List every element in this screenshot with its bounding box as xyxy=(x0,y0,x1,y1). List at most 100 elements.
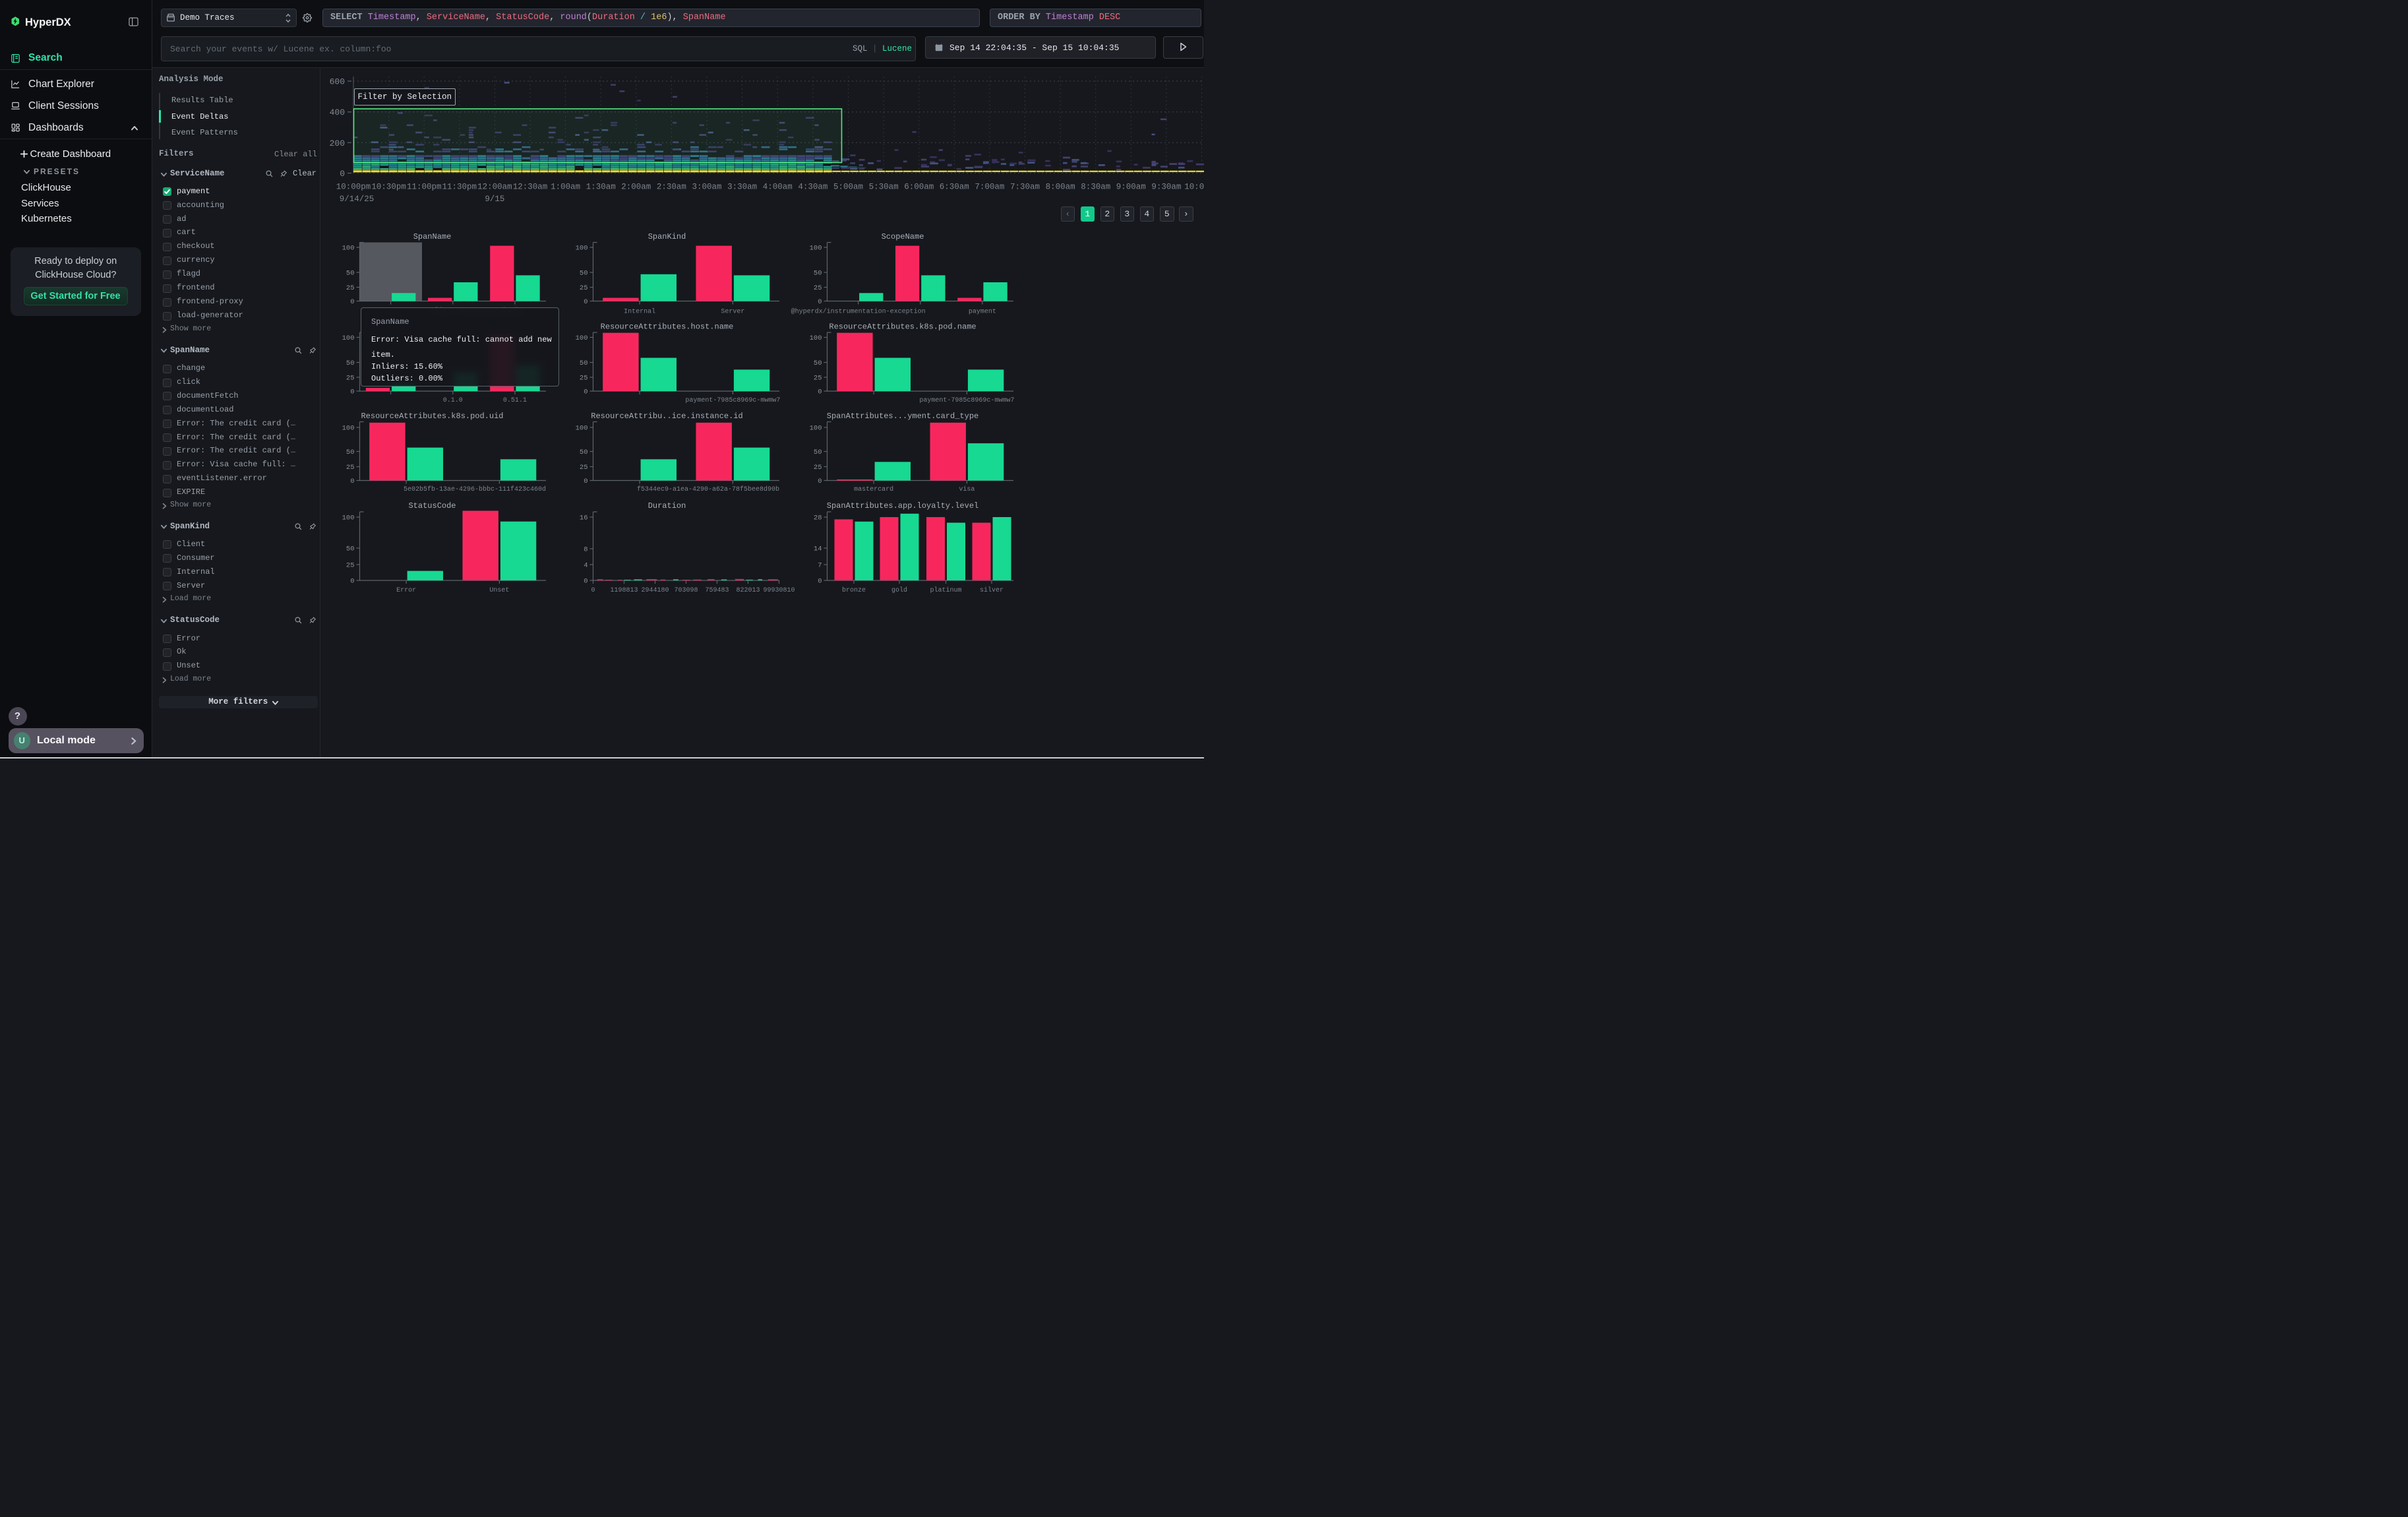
svg-text:payment-7985c8969c-mwmw7: payment-7985c8969c-mwmw7 xyxy=(919,397,1014,404)
svg-text:Unset: Unset xyxy=(489,587,509,594)
svg-text:50: 50 xyxy=(346,270,355,278)
svg-text:100: 100 xyxy=(810,425,822,433)
svg-text:2:00am: 2:00am xyxy=(621,183,651,192)
svg-text:28: 28 xyxy=(814,514,822,522)
svg-text:4:00am: 4:00am xyxy=(763,183,793,192)
svg-text:100: 100 xyxy=(342,334,355,342)
svg-text:3:00am: 3:00am xyxy=(692,183,721,192)
svg-text:50: 50 xyxy=(814,359,822,367)
svg-text:0: 0 xyxy=(350,578,354,586)
svg-text:Error: Error xyxy=(396,587,416,594)
svg-text:7:30am: 7:30am xyxy=(1010,183,1040,192)
svg-text:50: 50 xyxy=(346,545,355,553)
svg-text:822013: 822013 xyxy=(736,587,760,594)
svg-text:0: 0 xyxy=(584,388,587,396)
svg-text:9:00am: 9:00am xyxy=(1116,183,1146,192)
svg-text:50: 50 xyxy=(814,270,822,278)
svg-text:100: 100 xyxy=(810,334,822,342)
svg-text:50: 50 xyxy=(580,359,588,367)
svg-text:50: 50 xyxy=(580,270,588,278)
svg-text:visa: visa xyxy=(959,485,975,493)
svg-text:SpanAttributes.app.loyalty.lev: SpanAttributes.app.loyalty.level xyxy=(827,501,978,511)
svg-text:5e02b5fb-13ae-4296-bbbc-111f42: 5e02b5fb-13ae-4296-bbbc-111f423c460d xyxy=(404,485,546,493)
svg-text:25: 25 xyxy=(814,375,822,383)
svg-text:12:30am: 12:30am xyxy=(513,183,548,192)
svg-text:25: 25 xyxy=(346,464,355,472)
svg-text:0: 0 xyxy=(818,388,822,396)
svg-text:9/15: 9/15 xyxy=(485,195,504,204)
svg-text:1:30am: 1:30am xyxy=(586,183,616,192)
svg-text:ResourceAttributes.k8s.pod.nam: ResourceAttributes.k8s.pod.name xyxy=(829,323,976,332)
svg-text:10:00pm: 10:00pm xyxy=(336,183,371,192)
svg-text:400: 400 xyxy=(330,108,345,117)
svg-text:703098: 703098 xyxy=(674,587,698,594)
svg-text:0: 0 xyxy=(818,298,822,306)
svg-text:0: 0 xyxy=(584,478,587,485)
svg-text:14: 14 xyxy=(814,545,822,553)
svg-text:2:30am: 2:30am xyxy=(657,183,686,192)
svg-text:100: 100 xyxy=(342,514,355,522)
svg-text:9/14/25: 9/14/25 xyxy=(340,195,375,204)
svg-text:f5344ec9-a1ea-4290-a62a-78f5be: f5344ec9-a1ea-4290-a62a-78f5bee8d90b xyxy=(637,485,779,493)
svg-text:silver: silver xyxy=(980,586,1004,594)
svg-text:0.51.1: 0.51.1 xyxy=(503,397,527,404)
svg-text:25: 25 xyxy=(580,284,588,292)
svg-text:600: 600 xyxy=(330,77,345,87)
svg-text:ResourceAttribu..ice.instance.: ResourceAttribu..ice.instance.id xyxy=(591,412,742,421)
svg-text:0: 0 xyxy=(350,298,354,306)
svg-text:50: 50 xyxy=(346,359,355,367)
svg-text:0: 0 xyxy=(818,478,822,485)
svg-text:50: 50 xyxy=(346,449,355,456)
svg-text:10:00am: 10:00am xyxy=(1184,183,1204,192)
svg-text:7:00am: 7:00am xyxy=(975,183,1004,192)
svg-text:StatusCode: StatusCode xyxy=(408,501,456,511)
svg-text:200: 200 xyxy=(330,139,345,148)
svg-text:0: 0 xyxy=(584,298,587,306)
svg-text:@hyperdx/instrumentation-excep: @hyperdx/instrumentation-exception xyxy=(791,308,926,316)
svg-text:payment-7985c8969c-mwmw7: payment-7985c8969c-mwmw7 xyxy=(685,397,780,404)
svg-text:Server: Server xyxy=(721,309,744,316)
svg-text:16: 16 xyxy=(580,514,588,522)
svg-text:8:30am: 8:30am xyxy=(1081,183,1110,192)
svg-text:25: 25 xyxy=(580,464,588,472)
svg-text:99930810: 99930810 xyxy=(763,587,795,594)
svg-text:100: 100 xyxy=(810,245,822,253)
svg-text:100: 100 xyxy=(342,425,355,433)
svg-text:SpanAttributes...yment.card_ty: SpanAttributes...yment.card_type xyxy=(827,412,978,421)
svg-text:25: 25 xyxy=(814,464,822,472)
svg-text:25: 25 xyxy=(346,284,355,292)
svg-text:0: 0 xyxy=(591,587,595,594)
svg-text:SpanKind: SpanKind xyxy=(648,232,686,241)
svg-text:Duration: Duration xyxy=(648,501,686,511)
svg-text:8:00am: 8:00am xyxy=(1046,183,1075,192)
svg-text:ResourceAttributes.host.name: ResourceAttributes.host.name xyxy=(601,323,734,332)
svg-text:Internal: Internal xyxy=(624,308,655,316)
svg-text:6:00am: 6:00am xyxy=(904,183,934,192)
svg-text:100: 100 xyxy=(576,425,588,433)
svg-text:gold: gold xyxy=(891,586,907,594)
svg-text:0: 0 xyxy=(350,388,354,396)
svg-text:1198813: 1198813 xyxy=(610,587,638,594)
svg-text:3:30am: 3:30am xyxy=(727,183,757,192)
svg-text:25: 25 xyxy=(580,375,588,383)
svg-text:25: 25 xyxy=(814,284,822,292)
svg-text:7: 7 xyxy=(818,562,822,570)
svg-text:50: 50 xyxy=(580,449,588,456)
svg-text:6:30am: 6:30am xyxy=(940,183,969,192)
svg-text:4: 4 xyxy=(584,562,587,570)
svg-text:0: 0 xyxy=(340,169,345,179)
svg-text:SpanName: SpanName xyxy=(413,232,452,241)
svg-text:1:00am: 1:00am xyxy=(551,183,580,192)
svg-text:5:30am: 5:30am xyxy=(869,183,899,192)
svg-text:50: 50 xyxy=(814,449,822,456)
svg-text:bronze: bronze xyxy=(842,586,866,594)
svg-text:5:00am: 5:00am xyxy=(833,183,863,192)
svg-text:11:30pm: 11:30pm xyxy=(442,183,477,192)
svg-text:4:30am: 4:30am xyxy=(798,183,828,192)
svg-text:25: 25 xyxy=(346,375,355,383)
svg-text:0: 0 xyxy=(818,578,822,586)
svg-text:100: 100 xyxy=(342,245,355,253)
svg-text:mastercard: mastercard xyxy=(854,485,893,493)
svg-text:12:00am: 12:00am xyxy=(477,183,512,192)
svg-text:10:30pm: 10:30pm xyxy=(371,183,406,192)
